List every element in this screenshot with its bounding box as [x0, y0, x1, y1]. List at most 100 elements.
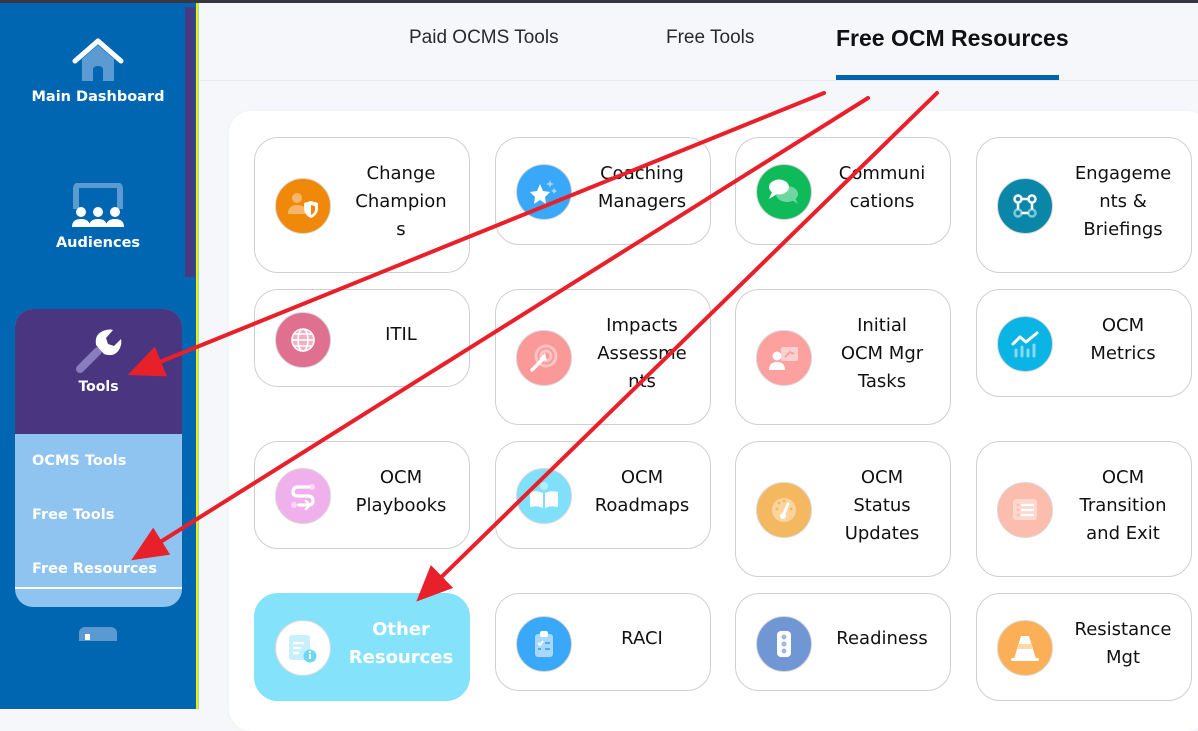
tools-menu: Tools OCMS Tools Free Tools Free Resourc… [15, 309, 182, 607]
resource-card-ocm-playbooks[interactable]: OCM Playbooks [254, 441, 470, 549]
resource-card-raci[interactable]: RACI [495, 593, 711, 691]
sidebar-item-label: Audiences [55, 235, 141, 251]
card-label-line: Tasks [857, 371, 907, 392]
card-label-line: nts [628, 371, 656, 392]
resource-card-other-resources[interactable]: Other Resources [254, 593, 470, 701]
traffic-light-icon [777, 631, 791, 657]
window-top-bar [0, 0, 1198, 3]
resource-card-itil[interactable]: ITIL [254, 289, 470, 387]
submenu-ocms-tools[interactable]: OCMS Tools [15, 434, 182, 488]
card-label-line: Transition [1079, 495, 1167, 516]
submenu-free-tools[interactable]: Free Tools [15, 488, 182, 542]
card-label-line: Mgt [1105, 647, 1140, 668]
card-label: Coaching Managers [588, 160, 696, 216]
card-label-line: OCM [860, 467, 904, 488]
card-label-line: Change [366, 163, 436, 184]
globe-icon [291, 328, 315, 352]
document-info-icon [289, 635, 317, 663]
card-icon-badge [275, 178, 331, 234]
resource-card-impacts-assessments[interactable]: Impacts Assessme nts [495, 289, 711, 425]
card-label-line: and Exit [1086, 523, 1160, 544]
resource-card-change-champions[interactable]: Change Champion s [254, 137, 470, 273]
card-icon-badge [275, 312, 331, 368]
card-label-line: OCM Mgr [840, 343, 924, 364]
card-label-line: ITIL [385, 324, 417, 345]
resource-card-coaching-managers[interactable]: Coaching Managers [495, 137, 711, 245]
sidebar-item-label: Main Dashboard [31, 89, 165, 105]
card-label: Readiness [828, 625, 936, 653]
card-label-line: Assessme [597, 343, 687, 364]
sidebar-scrollbar[interactable] [185, 7, 195, 277]
card-label: Initial OCM Mgr Tasks [828, 312, 936, 396]
card-label-line: Readiness [836, 628, 928, 649]
card-icon-badge [997, 482, 1053, 538]
active-tab-underline [836, 75, 1059, 80]
route-icon [291, 484, 315, 511]
card-icon-badge [756, 616, 812, 672]
presenter-icon [769, 347, 798, 370]
card-icon-badge [516, 164, 572, 220]
card-icon-badge [516, 330, 572, 386]
card-label-line: Briefings [1083, 219, 1163, 240]
clipboard-check-icon [535, 631, 553, 657]
card-icon-badge [997, 178, 1053, 234]
sidebar-item-tools[interactable]: Tools [15, 309, 182, 434]
resource-card-initial-ocm-mgr-tasks[interactable]: Initial OCM Mgr Tasks [735, 289, 951, 425]
card-label: ITIL [347, 321, 455, 349]
card-label-line: Metrics [1090, 343, 1156, 364]
target-arrow-icon [530, 344, 558, 372]
tab-paid-ocms-tools[interactable]: Paid OCMS Tools [409, 27, 559, 49]
card-label-line: Resources [348, 647, 454, 668]
resource-card-ocm-status-updates[interactable]: OCM Status Updates [735, 441, 951, 577]
card-label-line: Engageme [1074, 163, 1172, 184]
resource-card-engagements-briefings[interactable]: Engageme nts & Briefings [976, 137, 1192, 273]
card-icon-badge [275, 468, 331, 524]
card-label-line: OCM [379, 467, 423, 488]
card-label-line: Champion [355, 191, 447, 212]
tab-free-tools[interactable]: Free Tools [666, 27, 754, 49]
active-indicator [15, 587, 182, 589]
resource-card-communications[interactable]: Communi cations [735, 137, 951, 245]
card-label-line: Resistance [1074, 619, 1172, 640]
tab-free-ocm-resources[interactable]: Free OCM Resources [836, 25, 1069, 52]
card-icon-badge [997, 620, 1053, 676]
card-label: OCM Metrics [1069, 312, 1177, 368]
card-label: OCM Transition and Exit [1069, 464, 1177, 548]
audience-icon [72, 183, 124, 227]
sidebar-item-label: Tools [78, 379, 119, 395]
card-label-line: nts & [1099, 191, 1147, 212]
card-label-line: Playbooks [355, 495, 447, 516]
divider [198, 3, 199, 709]
card-label: Other Resources [347, 616, 455, 672]
resource-card-ocm-roadmaps[interactable]: OCM Roadmaps [495, 441, 711, 549]
card-label-line: Roadmaps [594, 495, 690, 516]
card-label: OCM Status Updates [828, 464, 936, 548]
card-label-line: Impacts [606, 315, 678, 336]
resource-card-ocm-transition-and-exit[interactable]: OCM Transition and Exit [976, 441, 1192, 577]
gauge-icon [772, 498, 796, 522]
card-icon-badge [516, 468, 572, 524]
card-label: RACI [588, 625, 696, 653]
sidebar-item-main-dashboard[interactable]: Main Dashboard [15, 37, 181, 105]
sidebar: Main Dashboard Audiences Tools OCMS Tool… [0, 3, 196, 709]
card-label: Impacts Assessme nts [588, 312, 696, 396]
card-icon-badge [275, 620, 331, 676]
card-label-line: OCM [1101, 315, 1145, 336]
chart-trend-icon [1011, 331, 1039, 358]
resource-card-resistance-mgt[interactable]: Resistance Mgt [976, 593, 1192, 701]
chat-bubbles-icon [769, 179, 798, 204]
sidebar-item-audiences[interactable]: Audiences [15, 183, 181, 251]
user-shield-icon [288, 193, 318, 218]
resource-card-readiness[interactable]: Readiness [735, 593, 951, 691]
card-label-line: Coaching [600, 163, 684, 184]
card-label: Resistance Mgt [1069, 616, 1177, 672]
card-label-line: Managers [597, 191, 687, 212]
resource-card-ocm-metrics[interactable]: OCM Metrics [976, 289, 1192, 397]
card-label: Change Champion s [347, 160, 455, 244]
traffic-cone-icon [1011, 636, 1039, 661]
partial-icon-detail [85, 634, 90, 640]
card-label-line: Other [372, 619, 430, 640]
card-label-line: RACI [621, 628, 663, 649]
card-icon-badge [516, 616, 572, 672]
card-icon-badge [756, 330, 812, 386]
